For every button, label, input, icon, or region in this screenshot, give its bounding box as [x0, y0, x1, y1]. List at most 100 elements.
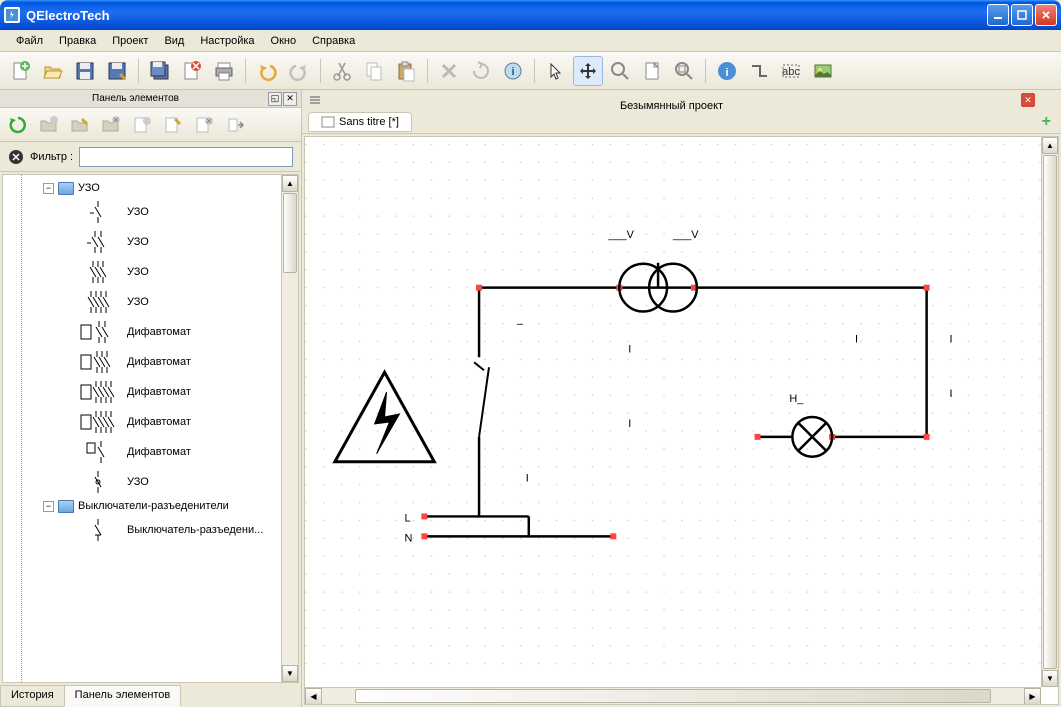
folder-label: УЗО	[78, 182, 100, 194]
filter-input[interactable]	[79, 147, 293, 167]
panel-close-button[interactable]: ✕	[283, 92, 297, 106]
open-button[interactable]	[38, 56, 68, 86]
window-titlebar: QElectroTech	[0, 0, 1061, 30]
diagram-text: I	[949, 388, 952, 400]
diagram-text: I	[949, 333, 952, 345]
delete-button[interactable]	[434, 56, 464, 86]
zoom-fit-button[interactable]	[669, 56, 699, 86]
main-toolbar: i i abc	[0, 52, 1061, 90]
import-button[interactable]	[221, 111, 249, 139]
refresh-button[interactable]	[4, 111, 32, 139]
text-tool[interactable]: abc	[776, 56, 806, 86]
diagram-text: I	[628, 418, 631, 430]
cut-button[interactable]	[327, 56, 357, 86]
save-all-button[interactable]	[145, 56, 175, 86]
tree-item[interactable]: УЗО	[3, 467, 298, 497]
menu-window[interactable]: Окно	[263, 33, 305, 49]
tree-item[interactable]: Дифавтомат	[3, 317, 298, 347]
undo-button[interactable]	[252, 56, 282, 86]
canvas-scrollbar-horizontal[interactable]: ◀ ▶	[305, 687, 1041, 704]
pointer-tool[interactable]	[541, 56, 571, 86]
doc-menu-icon[interactable]	[308, 93, 322, 107]
tree-item[interactable]: УЗО	[3, 287, 298, 317]
page-tool[interactable]	[637, 56, 667, 86]
delete-element-button[interactable]	[190, 111, 218, 139]
paste-button[interactable]	[391, 56, 421, 86]
redo-button[interactable]	[284, 56, 314, 86]
edit-folder-button[interactable]	[66, 111, 94, 139]
maximize-button[interactable]	[1011, 4, 1033, 26]
filter-label: Фильтр :	[30, 151, 73, 163]
tree-item[interactable]: УЗО	[3, 257, 298, 287]
label-L: L	[404, 512, 410, 524]
zoom-tool[interactable]	[605, 56, 635, 86]
close-button[interactable]	[1035, 4, 1057, 26]
folder-icon	[58, 182, 74, 195]
diagram-text: I	[628, 343, 631, 355]
filter-clear-icon[interactable]	[8, 149, 24, 165]
tree-item[interactable]: УЗО	[3, 197, 298, 227]
canvas-area: Безымянный проект ✕ Sans titre [*] +	[302, 90, 1061, 707]
move-tool[interactable]	[573, 56, 603, 86]
diagram-text: _	[516, 313, 524, 325]
tab-history[interactable]: История	[0, 685, 65, 707]
save-button[interactable]	[70, 56, 100, 86]
rotate-button[interactable]	[466, 56, 496, 86]
tree-item[interactable]: Дифавтомат	[3, 437, 298, 467]
svg-text:abc: abc	[782, 66, 800, 78]
new-element-button[interactable]	[128, 111, 156, 139]
tree-item[interactable]: Выключатель-разъедени...	[3, 515, 298, 545]
close-project-button[interactable]	[177, 56, 207, 86]
menu-help[interactable]: Справка	[304, 33, 363, 49]
project-name: Безымянный проект	[620, 100, 723, 112]
close-doc-button[interactable]: ✕	[1021, 93, 1035, 107]
copy-button[interactable]	[359, 56, 389, 86]
new-folder-button[interactable]	[35, 111, 63, 139]
wire-tool[interactable]	[744, 56, 774, 86]
svg-text:i: i	[725, 67, 728, 79]
folder-label: Выключатели-разъеденители	[78, 500, 229, 512]
add-sheet-button[interactable]: +	[1042, 113, 1051, 131]
help-button[interactable]: i	[712, 56, 742, 86]
menu-settings[interactable]: Настройка	[192, 33, 262, 49]
tree-scrollbar[interactable]: ▲ ▼	[281, 175, 298, 682]
minimize-button[interactable]	[987, 4, 1009, 26]
expander-icon[interactable]: −	[43, 183, 54, 194]
diagram-text: I	[526, 473, 529, 485]
new-button[interactable]	[6, 56, 36, 86]
filter-row: Фильтр :	[0, 142, 301, 172]
sheet-name: Sans titre [*]	[339, 116, 399, 128]
tab-elements[interactable]: Панель элементов	[64, 685, 182, 707]
label-v: ___V	[607, 229, 634, 241]
elements-panel: Панель элементов ◱ ✕ Фильтр : − УЗО	[0, 90, 302, 707]
expander-icon[interactable]: −	[43, 501, 54, 512]
window-title: QElectroTech	[26, 8, 985, 23]
tree-folder[interactable]: − Выключатели-разъеденители	[3, 497, 298, 515]
tree-item[interactable]: УЗО	[3, 227, 298, 257]
menu-edit[interactable]: Правка	[51, 33, 104, 49]
diagram-text: I	[855, 333, 858, 345]
menu-file[interactable]: Файл	[8, 33, 51, 49]
tree-item[interactable]: Дифавтомат	[3, 377, 298, 407]
elements-tree[interactable]: − УЗО УЗО УЗО УЗО УЗО Дифавтомат Дифавто…	[2, 174, 299, 683]
drawing-canvas[interactable]: L N ___V ___V H_ _ I I I I I I	[305, 137, 1041, 687]
image-tool[interactable]	[808, 56, 838, 86]
sheet-tab[interactable]: Sans titre [*]	[308, 112, 412, 132]
tree-item[interactable]: Дифавтомат	[3, 347, 298, 377]
tree-folder[interactable]: − УЗО	[3, 179, 298, 197]
panel-undock-button[interactable]: ◱	[268, 92, 282, 106]
panel-tabs: История Панель элементов	[0, 685, 301, 707]
delete-folder-button[interactable]	[97, 111, 125, 139]
panel-title: Панель элементов	[4, 93, 267, 104]
info-button[interactable]: i	[498, 56, 528, 86]
menu-project[interactable]: Проект	[104, 33, 156, 49]
edit-element-button[interactable]	[159, 111, 187, 139]
panel-toolbar	[0, 108, 301, 142]
canvas-scrollbar-vertical[interactable]: ▲ ▼	[1041, 137, 1058, 687]
menu-view[interactable]: Вид	[156, 33, 192, 49]
tree-item[interactable]: Дифавтомат	[3, 407, 298, 437]
svg-text:i: i	[511, 66, 514, 78]
print-button[interactable]	[209, 56, 239, 86]
save-as-button[interactable]	[102, 56, 132, 86]
label-N: N	[404, 532, 412, 544]
